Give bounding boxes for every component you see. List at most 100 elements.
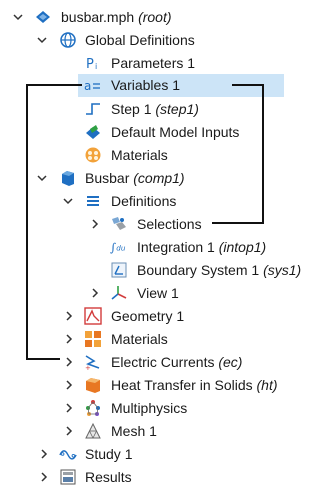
tree-node-view[interactable]: View 1 — [0, 282, 326, 304]
tree-node-multiphysics[interactable]: Multiphysics — [0, 397, 326, 419]
tree-node-global-definitions[interactable]: Global Definitions — [0, 29, 326, 51]
tree-node-default-model-inputs[interactable]: Default Model Inputs — [0, 121, 326, 143]
tree-node-label: Step 1 (step1) — [111, 100, 199, 118]
boundary-system-label: Boundary System 1 — [137, 262, 260, 278]
tree-node-label: Parameters 1 — [111, 55, 196, 71]
tree-node-label: Default Model Inputs — [111, 124, 240, 140]
chevron-right-icon[interactable] — [62, 401, 76, 415]
step-function-icon — [84, 100, 102, 118]
svg-text:i: i — [95, 62, 97, 71]
tree-node-materials-component[interactable]: Materials — [0, 328, 326, 350]
tree-node-heat-transfer[interactable]: Heat Transfer in Solids (ht) — [0, 374, 326, 396]
tree-node-label: Electric Currents (ec) — [111, 353, 242, 371]
svg-text:du: du — [116, 244, 126, 253]
tree-node-label: busbar.mph (root) — [61, 8, 172, 26]
tree-node-label: Multiphysics — [111, 400, 188, 416]
model-file-icon — [34, 8, 52, 26]
electric-currents-icon: + — [84, 353, 102, 371]
bracket-left-bottom — [26, 358, 60, 360]
globe-icon — [59, 31, 77, 49]
integration-suffix: (intop1) — [218, 239, 267, 255]
model-builder-tree: busbar.mph (root) Global Definitions Pi … — [0, 0, 326, 486]
tree-node-label: Integration 1 (intop1) — [137, 238, 266, 256]
tree-node-label: Variables 1 — [111, 77, 181, 93]
tree-node-integration[interactable]: ∫ du Integration 1 (intop1) — [0, 236, 326, 258]
integration-icon: ∫ du — [110, 238, 128, 256]
busbar-suffix: (comp1) — [133, 170, 185, 186]
tree-node-label: Mesh 1 — [111, 423, 157, 439]
chevron-down-icon[interactable] — [35, 171, 49, 185]
chevron-right-icon[interactable] — [37, 470, 51, 484]
tree-node-label: Results — [85, 469, 132, 485]
tree-node-parameters[interactable]: Pi Parameters 1 — [0, 52, 326, 74]
multiphysics-icon — [84, 399, 102, 417]
mesh-icon — [84, 422, 102, 440]
default-inputs-icon — [84, 123, 102, 141]
component-icon — [59, 169, 77, 187]
tree-node-label: Geometry 1 — [111, 308, 185, 324]
svg-text:P: P — [86, 57, 94, 72]
tree-node-root[interactable]: busbar.mph (root) — [0, 6, 326, 28]
chevron-right-icon[interactable] — [37, 447, 51, 461]
step-suffix: (step1) — [155, 101, 199, 117]
study-icon — [59, 445, 77, 463]
materials-grid-icon — [84, 330, 102, 348]
chevron-right-icon[interactable] — [88, 286, 102, 300]
tree-node-label: Definitions — [111, 193, 177, 209]
tree-node-study[interactable]: Study 1 — [0, 443, 326, 465]
tree-node-label: Heat Transfer in Solids (ht) — [111, 376, 278, 394]
tree-node-label: Boundary System 1 (sys1) — [137, 261, 301, 279]
tree-node-mesh[interactable]: Mesh 1 — [0, 420, 326, 442]
busbar-label: Busbar — [85, 170, 130, 186]
tree-node-definitions[interactable]: Definitions — [0, 190, 326, 212]
chevron-down-icon[interactable] — [11, 10, 25, 24]
bracket-right-bottom — [212, 222, 264, 224]
boundary-system-icon — [110, 261, 128, 279]
chevron-right-icon[interactable] — [62, 378, 76, 392]
svg-text:+: + — [85, 364, 91, 371]
tree-node-step[interactable]: Step 1 (step1) — [0, 98, 326, 120]
chevron-right-icon[interactable] — [88, 217, 102, 231]
tree-node-results[interactable]: Results — [0, 466, 326, 488]
view-axes-icon — [110, 284, 128, 302]
tree-node-busbar[interactable]: Busbar (comp1) — [0, 167, 326, 189]
bracket-left-vertical — [26, 84, 28, 360]
results-icon — [59, 468, 77, 486]
definitions-icon — [84, 192, 102, 210]
tree-node-label: Selections — [137, 216, 202, 232]
electric-currents-label: Electric Currents — [111, 354, 215, 370]
tree-node-label: Materials — [111, 331, 168, 347]
heat-transfer-label: Heat Transfer in Solids — [111, 377, 253, 393]
tree-node-selections[interactable]: Selections — [0, 213, 326, 235]
bracket-right-vertical — [262, 84, 264, 224]
variables-icon: a — [84, 76, 102, 94]
tree-node-label: View 1 — [137, 285, 179, 301]
tree-node-label: Study 1 — [85, 446, 133, 462]
chevron-right-icon[interactable] — [62, 355, 76, 369]
chevron-down-icon[interactable] — [61, 194, 75, 208]
bracket-left-top — [26, 84, 82, 86]
root-label: busbar.mph — [61, 9, 135, 25]
svg-text:a: a — [84, 79, 91, 93]
tree-node-geometry[interactable]: Geometry 1 — [0, 305, 326, 327]
materials-globe-icon — [84, 146, 102, 164]
electric-currents-suffix: (ec) — [218, 354, 243, 370]
heat-transfer-suffix: (ht) — [256, 377, 278, 393]
geometry-icon — [84, 307, 102, 325]
tree-node-boundary-system[interactable]: Boundary System 1 (sys1) — [0, 259, 326, 281]
boundary-system-suffix: (sys1) — [263, 262, 302, 278]
chevron-right-icon[interactable] — [62, 424, 76, 438]
tree-node-materials-global[interactable]: Materials — [0, 144, 326, 166]
tree-node-electric-currents[interactable]: + Electric Currents (ec) — [0, 351, 326, 373]
chevron-right-icon[interactable] — [62, 309, 76, 323]
root-suffix: (root) — [138, 9, 172, 25]
chevron-down-icon[interactable] — [35, 33, 49, 47]
tree-node-label: Global Definitions — [85, 32, 195, 48]
step-label: Step 1 — [111, 101, 152, 117]
heat-transfer-icon — [84, 376, 102, 394]
bracket-right-top — [232, 84, 264, 86]
selections-icon — [110, 215, 128, 233]
parameters-icon: Pi — [84, 54, 102, 72]
integration-label: Integration 1 — [137, 239, 215, 255]
chevron-right-icon[interactable] — [62, 332, 76, 346]
